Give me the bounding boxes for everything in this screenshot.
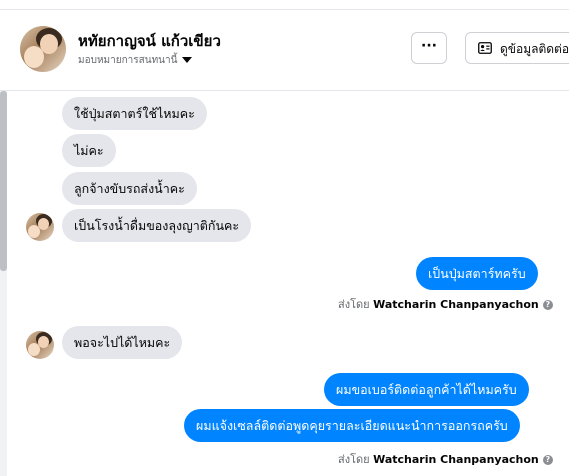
assign-label: มอบหมายการสนทนานี้ xyxy=(78,55,178,66)
sender-avatar xyxy=(26,213,54,241)
contact-name: หทัยกาญจน์ แก้วเขียว xyxy=(78,32,221,50)
contact-avatar[interactable] xyxy=(20,26,66,72)
incoming-message: ไม่คะ xyxy=(62,134,116,167)
contact-card-icon xyxy=(478,42,492,54)
outgoing-message: เป็นปุ่มสตาร์ทครับ xyxy=(416,257,538,290)
view-contact-label: ดูข้อมูลติดต่อ xyxy=(500,42,569,56)
top-strip xyxy=(0,0,569,10)
incoming-message: ลูกจ้างขับรถส่งน้ำคะ xyxy=(62,172,197,205)
info-icon[interactable]: ? xyxy=(542,455,553,465)
outgoing-message: ผมแจ้งเซลล์ติดต่อพูดคุยรายละเอียดแนะนำกา… xyxy=(184,409,520,442)
sent-by-line: ส่งโดย Watcharin Chanpanyachon? xyxy=(338,450,553,468)
info-icon[interactable]: ? xyxy=(542,300,553,310)
caret-down-icon xyxy=(182,57,193,63)
scrollbar-thumb[interactable] xyxy=(0,91,7,271)
incoming-message: เป็นโรงน้ำดื่มของลุงญาติกันคะ xyxy=(62,209,252,242)
more-options-button[interactable]: ··· xyxy=(411,32,447,64)
outgoing-message: ผมขอเบอร์ติดต่อลูกค้าได้ไหมครับ xyxy=(324,373,529,406)
view-contact-button[interactable]: ดูข้อมูลติดต่อ xyxy=(465,32,569,64)
sent-by-name: Watcharin Chanpanyachon xyxy=(373,298,539,311)
sent-by-name: Watcharin Chanpanyachon xyxy=(373,453,539,466)
conversation-header: หทัยกาญจน์ แก้วเขียว มอบหมายการสนทนานี้ … xyxy=(0,10,569,91)
assign-conversation-dropdown[interactable]: มอบหมายการสนทนานี้ xyxy=(78,53,193,68)
incoming-message: พอจะไปได้ไหมคะ xyxy=(62,326,183,359)
sender-avatar xyxy=(26,331,54,359)
sent-by-prefix: ส่งโดย xyxy=(338,298,370,311)
sent-by-prefix: ส่งโดย xyxy=(338,453,370,466)
sent-by-line: ส่งโดย Watcharin Chanpanyachon? xyxy=(338,295,553,313)
incoming-message: ใช้ปุ่มสตาตร์ใช้ไหมคะ xyxy=(62,97,207,130)
